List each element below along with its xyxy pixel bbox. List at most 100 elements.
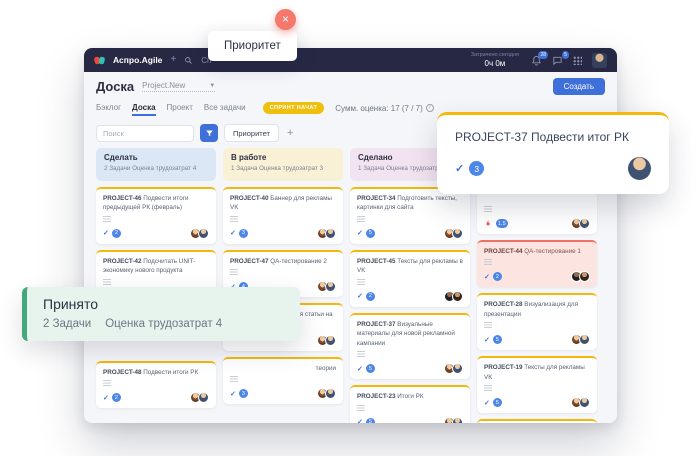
assignee-avatars [574, 271, 590, 282]
project-selector[interactable]: Project.New ▼ [142, 81, 215, 92]
info-icon[interactable]: i [426, 104, 434, 112]
estimate-badge: 2 [112, 229, 121, 238]
priority-filter-button[interactable]: Приоритет [224, 124, 279, 142]
quick-add-icon[interactable]: + [170, 55, 176, 65]
task-card[interactable]: PROJECT-37 Визуальные материалы для ново… [350, 313, 470, 379]
avatar[interactable] [325, 388, 336, 399]
checkmark-icon: ✓ [484, 273, 490, 281]
estimate-badge: 2 [112, 393, 121, 402]
avatar[interactable] [452, 363, 463, 374]
estimate-badge: 3 [469, 161, 484, 176]
task-card[interactable]: PROJECT-46 Подвести итоги предыдущей РК … [96, 187, 216, 244]
task-card-title: PROJECT-23 Итоги РК [357, 392, 463, 401]
user-avatar[interactable] [592, 53, 607, 68]
tab-all-tasks[interactable]: Все задачи [204, 103, 246, 116]
task-card-title: PROJECT-45 Тексты для рекламы в VK [357, 257, 463, 276]
close-icon[interactable]: × [275, 9, 296, 30]
checkmark-icon: ✓ [103, 229, 109, 237]
description-icon [357, 351, 365, 357]
search-icon[interactable] [184, 56, 193, 65]
assignee-avatars [447, 291, 463, 302]
task-card[interactable]: PROJECT-19 Тексты для рекламы VK✓5 [477, 356, 597, 413]
column-subtitle: 2 Задачи Оценка трудозатрат 4 [104, 165, 208, 172]
filter-button[interactable] [200, 124, 218, 142]
tab-backlog[interactable]: Бэклог [96, 103, 121, 116]
task-text: QA-тестирование 2 [270, 258, 327, 265]
avatar[interactable] [452, 291, 463, 302]
checkmark-icon: ✓ [357, 418, 363, 423]
tab-project[interactable]: Проект [167, 103, 193, 116]
task-card-footer: ✓5 [484, 397, 590, 408]
avatar[interactable] [579, 397, 590, 408]
avatar[interactable] [325, 228, 336, 239]
notifications-bell-icon[interactable]: 28 [531, 55, 542, 66]
task-card[interactable]: PROJECT-44 QA-тестирование 1✓2 [477, 240, 597, 287]
accepted-callout-tasks: 2 Задачи [43, 318, 91, 330]
apps-grid-icon[interactable] [573, 56, 582, 65]
column-header: Сделать2 Задачи Оценка трудозатрат 4 [96, 148, 216, 181]
task-card[interactable]: PROJECT-40 Баннер для рекламы VK✓3 [223, 187, 343, 244]
estimate-badge: 3 [239, 389, 248, 398]
app-window: Аспро.Agile + Сп Затрачено сегодня 0ч 0м… [84, 48, 617, 423]
avatar[interactable] [579, 218, 590, 229]
task-card[interactable]: PROJECT-16 Подвести итоги РК [477, 419, 597, 423]
avatar[interactable] [325, 335, 336, 346]
task-callout: PROJECT-37 Подвести итог РК ✓ 3 [437, 112, 669, 194]
estimate-badge: 5 [493, 398, 502, 407]
avatar[interactable] [325, 281, 336, 292]
assignee-avatars [193, 392, 209, 403]
description-icon [103, 216, 111, 222]
description-icon [357, 279, 365, 285]
task-id: PROJECT-34 [357, 195, 397, 202]
avatar[interactable] [579, 334, 590, 345]
description-icon [357, 216, 365, 222]
task-card-title: PROJECT-34 Подготовить тексты, картинки … [357, 194, 463, 213]
tab-board[interactable]: Доска [132, 103, 155, 116]
avatar[interactable] [198, 392, 209, 403]
sprint-status-badge: СПРИНТ НАЧАТ [263, 102, 325, 114]
assignee-avatars [320, 388, 336, 399]
time-tracker: Затрачено сегодня 0ч 0м [471, 52, 519, 68]
search-input[interactable] [96, 125, 194, 142]
create-button[interactable]: Создать [553, 78, 605, 95]
task-text: Подвести итоги РК [143, 369, 198, 376]
checkmark-icon: ✓ [230, 229, 236, 237]
time-tracker-label: Затрачено сегодня [471, 52, 519, 58]
avatar[interactable] [452, 417, 463, 424]
checkmark-icon: ✓ [357, 229, 363, 237]
task-callout-title: PROJECT-37 Подвести итог РК [455, 130, 651, 144]
assignee-avatar[interactable] [628, 157, 651, 180]
estimate-badge: 5 [493, 335, 502, 344]
avatar[interactable] [579, 271, 590, 282]
task-card-title: PROJECT-28 Визуализация для презентации [484, 300, 590, 319]
task-card-footer: ✓2 [484, 271, 590, 282]
column-header: В работе1 Задача Оценка трудозатрат 3 [223, 148, 343, 181]
task-card[interactable]: PROJECT-23 Итоги РК✓5 [350, 385, 470, 423]
task-card[interactable]: PROJECT-34 Подготовить тексты, картинки … [350, 187, 470, 244]
task-card-title: PROJECT-40 Баннер для рекламы VK [230, 194, 336, 213]
task-card-title: PROJECT-42 Подсчитать UNIT-экономику нов… [103, 257, 209, 276]
task-card-footer: ✓2 [357, 291, 463, 302]
task-id: PROJECT-42 [103, 258, 143, 265]
task-card[interactable]: теории✓3 [223, 357, 343, 404]
assignee-avatars [447, 363, 463, 374]
task-card[interactable]: 1.5 [477, 187, 597, 234]
chat-badge: 5 [562, 51, 569, 59]
task-card-title: PROJECT-46 Подвести итоги предыдущей РК … [103, 194, 209, 213]
avatar[interactable] [452, 228, 463, 239]
task-card[interactable]: PROJECT-48 Подвести итоги РК✓2 [96, 361, 216, 408]
task-id: PROJECT-44 [484, 248, 524, 255]
accepted-callout-estimate: Оценка трудозатрат 4 [105, 318, 222, 330]
task-id: PROJECT-46 [103, 195, 143, 202]
time-tracker-value: 0ч 0м [471, 59, 519, 68]
add-filter-icon[interactable]: + [287, 127, 293, 139]
task-callout-project: PROJECT-37 [455, 130, 528, 144]
task-id: PROJECT-23 [357, 393, 397, 400]
task-card[interactable]: PROJECT-28 Визуализация для презентации✓… [477, 293, 597, 350]
task-card[interactable]: PROJECT-45 Тексты для рекламы в VK ✓2 [350, 250, 470, 307]
chat-icon[interactable]: 5 [552, 55, 563, 66]
chevron-down-icon: ▼ [209, 83, 215, 89]
estimate-badge: 2 [366, 292, 375, 301]
avatar[interactable] [198, 228, 209, 239]
funnel-icon [205, 129, 214, 138]
